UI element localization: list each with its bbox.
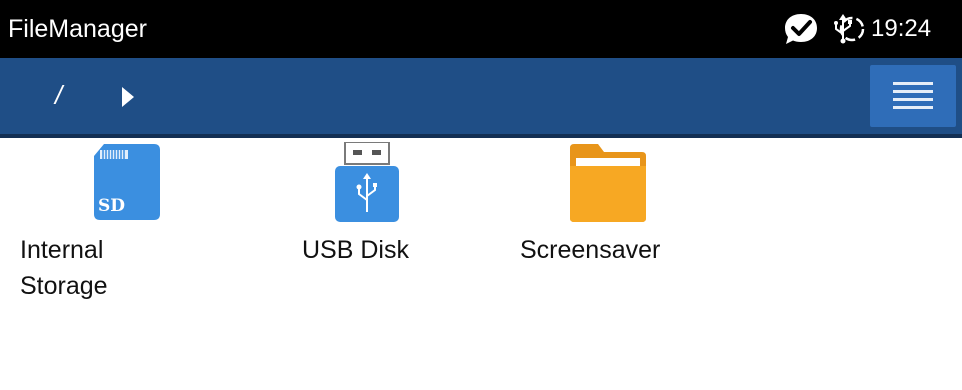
file-label-line2: Storage (20, 272, 108, 300)
breadcrumb-root[interactable]: / (55, 80, 62, 110)
usb-drive-icon (335, 142, 399, 222)
file-label: Screensaver (520, 236, 661, 264)
breadcrumb-bar (0, 58, 962, 134)
menu-button[interactable] (870, 65, 956, 127)
status-bar: FileManager 19:24 (0, 0, 962, 58)
file-label: Internal (20, 236, 104, 264)
app-title: FileManager (8, 15, 147, 43)
dotted-circle-icon (839, 16, 865, 42)
breadcrumb-bar-divider (0, 134, 962, 138)
menu-icon (893, 82, 933, 109)
file-label: USB Disk (302, 236, 409, 264)
sd-card-label: SD (98, 196, 125, 216)
folder-icon (570, 144, 646, 222)
breadcrumb-arrow-icon (122, 87, 134, 107)
clock: 19:24 (871, 15, 932, 42)
chat-check-icon (785, 14, 817, 44)
sd-card-icon: SD (94, 144, 160, 220)
